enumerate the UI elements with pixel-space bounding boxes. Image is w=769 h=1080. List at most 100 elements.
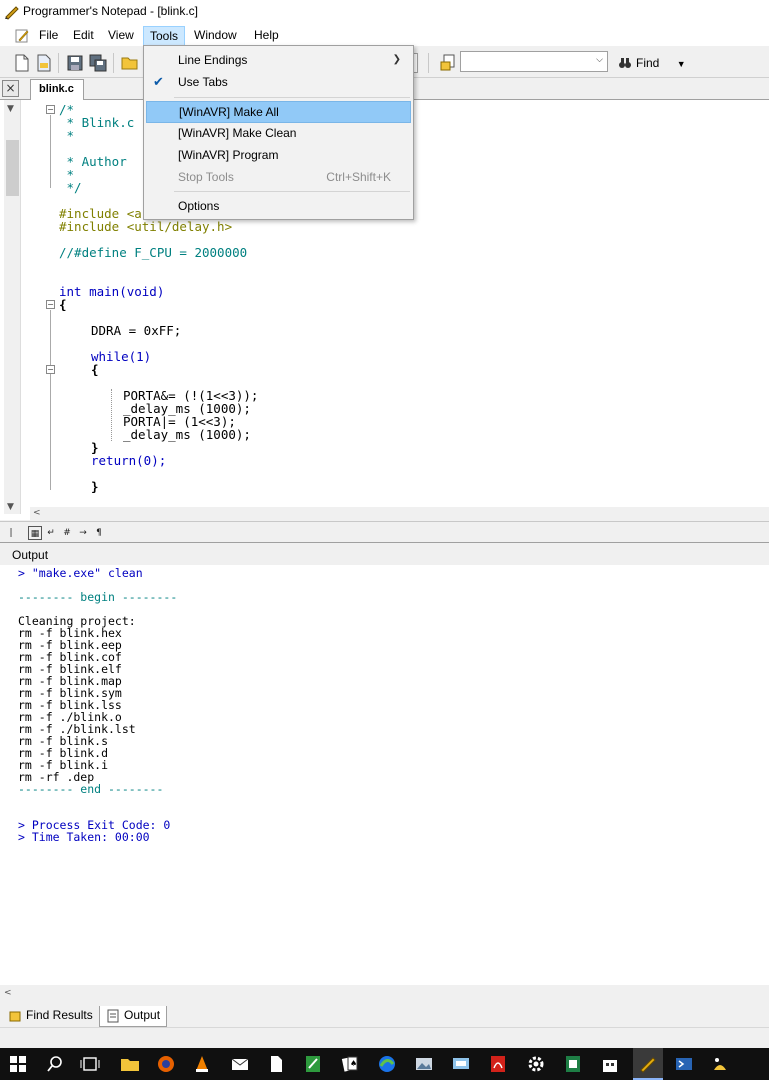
menu-item-options[interactable]: Options bbox=[146, 195, 411, 217]
output-panel-title: Output bbox=[0, 545, 769, 565]
device-manager-icon[interactable] bbox=[451, 1054, 471, 1074]
powershell-icon[interactable] bbox=[674, 1054, 694, 1074]
editor-vertical-scrollbar[interactable]: ▼ ▼ bbox=[4, 100, 21, 514]
spreadsheet-icon[interactable] bbox=[563, 1054, 583, 1074]
output-line: -------- end -------- bbox=[18, 782, 164, 796]
fold-line bbox=[50, 375, 51, 445]
find-file-icon[interactable] bbox=[440, 54, 458, 72]
menu-item-label: [WinAVR] Make All bbox=[179, 105, 279, 119]
store-icon[interactable] bbox=[600, 1054, 620, 1074]
menu-bar: File Edit View Tools Window Help bbox=[0, 24, 769, 46]
status-bar bbox=[0, 1027, 769, 1048]
save-icon[interactable] bbox=[66, 54, 84, 72]
settings-gear-icon[interactable] bbox=[526, 1054, 546, 1074]
code-line: _delay_ms (1000); bbox=[123, 427, 251, 442]
scroll-down-icon[interactable]: ▼ bbox=[7, 502, 14, 512]
toolbar-separator bbox=[58, 53, 59, 73]
scroll-left-icon[interactable]: < bbox=[4, 988, 12, 998]
menu-item-shortcut: Ctrl+Shift+K bbox=[326, 170, 391, 184]
menu-item-winavr-make-all[interactable]: [WinAVR] Make All bbox=[146, 101, 411, 123]
app-icon bbox=[5, 6, 19, 20]
menu-help[interactable]: Help bbox=[248, 26, 285, 46]
search-icon[interactable] bbox=[45, 1054, 65, 1074]
editor-horizontal-scrollbar[interactable]: < bbox=[30, 507, 769, 521]
find-dropdown-icon[interactable]: ▼ bbox=[677, 59, 686, 69]
firefox-icon[interactable] bbox=[156, 1054, 176, 1074]
solitaire-icon[interactable]: ♠ bbox=[340, 1054, 360, 1074]
scroll-up-icon[interactable]: ▼ bbox=[7, 104, 14, 114]
toolbar-separator bbox=[113, 53, 114, 73]
menu-item-label: [WinAVR] Make Clean bbox=[178, 126, 297, 140]
code-line: #include <util/delay.h> bbox=[59, 219, 233, 234]
menu-item-stop-tools[interactable]: Stop Tools Ctrl+Shift+K bbox=[146, 166, 411, 188]
chevron-down-icon[interactable]: ⌵ bbox=[596, 55, 603, 65]
menu-tools[interactable]: Tools bbox=[143, 26, 186, 46]
file-explorer-icon[interactable] bbox=[120, 1054, 140, 1074]
menu-item-winavr-make-clean[interactable]: [WinAVR] Make Clean bbox=[146, 122, 411, 144]
taskbar: ♠ bbox=[0, 1048, 769, 1080]
open-file-icon[interactable] bbox=[35, 54, 53, 72]
blank-document-icon[interactable] bbox=[266, 1054, 286, 1074]
fold-line bbox=[50, 115, 51, 188]
output-line: > Time Taken: 00:00 bbox=[18, 830, 150, 844]
find-combo-input[interactable]: ⌵ bbox=[460, 51, 608, 72]
close-document-icon[interactable]: × bbox=[2, 80, 19, 97]
menu-file[interactable]: File bbox=[33, 26, 64, 46]
output-icon bbox=[107, 1009, 119, 1023]
windows-start-icon[interactable] bbox=[8, 1054, 28, 1074]
menu-item-use-tabs[interactable]: ✔ Use Tabs bbox=[146, 71, 411, 93]
tab-find-results[interactable]: Find Results bbox=[2, 1006, 99, 1027]
code-line: } bbox=[91, 479, 99, 494]
notepad-icon bbox=[15, 29, 29, 43]
browser-icon[interactable] bbox=[377, 1054, 397, 1074]
indent-guide bbox=[111, 389, 112, 441]
splitter-icon[interactable]: | bbox=[4, 526, 18, 540]
new-file-icon[interactable] bbox=[13, 54, 31, 72]
task-view-icon[interactable] bbox=[80, 1054, 100, 1074]
green-app-icon[interactable] bbox=[303, 1054, 323, 1074]
menu-item-label: Options bbox=[178, 199, 220, 213]
output-line: > "make.exe" clean bbox=[18, 566, 143, 580]
find-button[interactable]: Find ▼ bbox=[618, 53, 686, 73]
code-line: { bbox=[59, 297, 67, 312]
mail-icon[interactable] bbox=[230, 1054, 250, 1074]
tools-menu-dropdown: Line Endings ❯ ✔ Use Tabs [WinAVR] Make … bbox=[143, 45, 414, 220]
code-line: */ bbox=[59, 180, 82, 195]
vlc-icon[interactable] bbox=[192, 1054, 212, 1074]
tab-blink-c[interactable]: blink.c bbox=[30, 79, 84, 100]
view-whitespace-icon[interactable]: ▦ bbox=[28, 526, 42, 540]
tab-marks-icon[interactable]: # bbox=[60, 526, 74, 540]
menu-item-line-endings[interactable]: Line Endings ❯ bbox=[146, 49, 411, 71]
image-viewer-icon[interactable] bbox=[414, 1054, 434, 1074]
fold-toggle-icon[interactable]: − bbox=[46, 105, 55, 114]
fold-toggle-icon[interactable]: − bbox=[46, 365, 55, 374]
toolbar-separator bbox=[428, 53, 429, 73]
output-horizontal-scrollbar[interactable]: < bbox=[0, 985, 769, 1002]
menu-edit[interactable]: Edit bbox=[67, 26, 100, 46]
submenu-arrow-icon: ❯ bbox=[392, 54, 401, 65]
menu-view[interactable]: View bbox=[102, 26, 140, 46]
pilcrow-icon[interactable]: ¶ bbox=[92, 526, 106, 540]
programmers-notepad-icon[interactable] bbox=[638, 1054, 658, 1074]
menu-item-winavr-program[interactable]: [WinAVR] Program bbox=[146, 144, 411, 166]
fold-toggle-icon[interactable]: − bbox=[46, 300, 55, 309]
menu-separator bbox=[174, 191, 410, 192]
menu-window[interactable]: Window bbox=[188, 26, 243, 46]
title-bar: Programmer's Notepad - [blink.c] bbox=[0, 0, 769, 24]
bottom-panel-tabs: Find Results Output bbox=[0, 1003, 769, 1027]
save-all-icon[interactable] bbox=[89, 54, 107, 72]
scroll-left-icon[interactable]: < bbox=[33, 508, 41, 518]
find-results-icon bbox=[9, 1011, 21, 1022]
code-line: { bbox=[91, 362, 99, 377]
arrow-icon[interactable]: → bbox=[76, 526, 90, 540]
pdf-reader-icon[interactable] bbox=[488, 1054, 508, 1074]
tab-label: Output bbox=[124, 1008, 161, 1022]
scroll-thumb[interactable] bbox=[6, 140, 19, 196]
tab-label: Find Results bbox=[26, 1008, 93, 1022]
tab-output[interactable]: Output bbox=[99, 1006, 168, 1027]
fold-margin: − − − bbox=[22, 100, 58, 514]
open-folder-icon[interactable] bbox=[121, 54, 139, 72]
paint-icon[interactable] bbox=[710, 1054, 730, 1074]
code-line: //#define F_CPU = 2000000 bbox=[59, 245, 248, 260]
line-endings-icon[interactable]: ↵ bbox=[44, 526, 58, 540]
